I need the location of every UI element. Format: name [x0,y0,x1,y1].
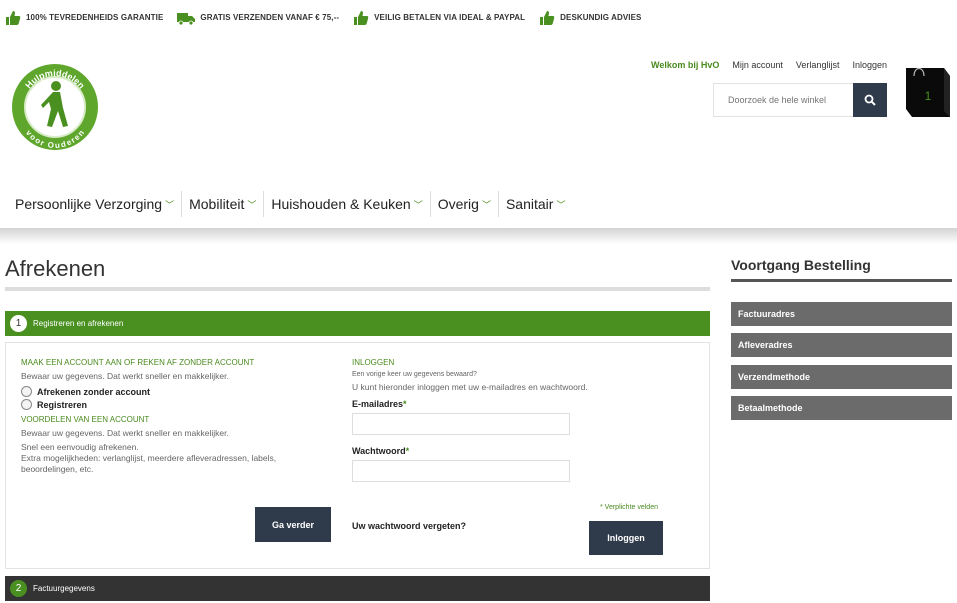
nav-item-sanitair[interactable]: Sanitair ﹀ [499,191,572,217]
search-button[interactable] [853,83,887,117]
usp-item: Veilig betalen via iDEAL & Paypal [353,10,525,26]
register-intro: Bewaar uw gegevens. Dat werkt sneller en… [21,371,229,381]
checkout-method-panel: Maak een account aan of reken af zonder … [5,342,710,569]
nav-item-persoonlijke-verzorging[interactable]: Persoonlijke Verzorging ﹀ [8,191,183,217]
progress-item-factuuradres: Factuuradres [731,302,952,326]
wishlist-link[interactable]: Verlanglijst [796,60,840,70]
nav-shadow [0,228,957,244]
thumbs-up-icon [6,10,21,25]
radio-button[interactable] [21,399,32,410]
nav-label: Overig [437,196,479,212]
progress-item-verzendmethode: Verzendmethode [731,365,952,389]
nav-label: Mobiliteit [189,196,245,212]
chevron-down-icon: ﹀ [481,199,491,210]
login-heading: Inloggen [352,358,395,367]
nav-item-mobiliteit[interactable]: Mobiliteit ﹀ [182,191,265,217]
step-label: Registreren en afrekenen [33,319,124,328]
login-button[interactable]: Inloggen [589,521,663,555]
email-label: E-mailadres* [352,399,407,409]
chevron-down-icon: ﹀ [413,199,423,210]
step-label: Factuurgegevens [33,584,95,593]
page-title: Afrekenen [5,256,106,281]
nav-item-huishouden-keuken[interactable]: Huishouden & Keuken ﹀ [264,191,431,217]
step-number: 2 [10,580,27,597]
shopping-bag-icon: 1 [906,67,950,117]
cart-button[interactable]: 1 [904,62,952,118]
usp-text: 100% tevredenheids garantie [26,13,164,22]
benefits-heading: Voordelen van een account [21,415,150,424]
thumbs-up-icon [354,10,369,25]
top-links: Welkom bij HvO Mijn account Verlanglijst… [651,60,887,70]
usp-item: 100% tevredenheids garantie [5,10,163,26]
chevron-down-icon: ﹀ [165,199,175,210]
step-factuurgegevens[interactable]: 2 Factuurgegevens [5,576,710,601]
main-nav: Persoonlijke Verzorging ﹀ Mobiliteit ﹀ Hui… [0,180,957,228]
search-icon [864,94,876,106]
radio-label: Registreren [37,399,88,410]
usp-item: Deskundig advies [539,10,641,26]
forgot-password-link[interactable]: Uw wachtwoord vergeten? [352,521,466,531]
nav-item-overig[interactable]: Overig ﹀ [431,191,499,217]
search-input[interactable] [713,83,853,117]
password-label: Wachtwoord* [352,446,410,456]
usp-text: Deskundig advies [560,13,642,22]
usp-text: Veilig betalen via iDEAL & Paypal [374,13,526,22]
radio-label: Afrekenen zonder account [37,386,151,397]
header: Hulpmiddelen voor Ouderen Welkom bij HvO… [0,35,957,180]
progress-divider [731,279,952,282]
login-column: Inloggen Een vorige keer uw gegevens bew… [352,358,672,482]
chevron-down-icon: ﹀ [556,199,566,210]
email-label-text: E-mailadres [352,399,404,409]
my-account-link[interactable]: Mijn account [732,60,783,70]
search-form [713,83,887,117]
truck-icon [177,12,196,25]
thumbs-up-icon [540,10,555,25]
benefit-text: Extra mogelijkheden: verlanglijst, meerd… [21,453,277,474]
logo[interactable]: Hulpmiddelen voor Ouderen [10,62,100,152]
nav-label: Sanitair [505,196,554,212]
password-label-text: Wachtwoord [352,446,406,456]
progress-item-betaalmethode: Betaalmethode [731,396,952,420]
benefit-text: Snel een eenvoudig afrekenen. [21,442,139,452]
progress-item-afleveradres: Afleveradres [731,333,952,357]
email-field[interactable] [352,413,570,435]
login-link[interactable]: Inloggen [852,60,887,70]
usp-item: Gratis verzenden vanaf € 75,-- [177,10,339,26]
benefits-intro: Bewaar uw gegevens. Dat werkt sneller en… [21,428,229,438]
logo-icon: Hulpmiddelen voor Ouderen [12,64,98,150]
radio-register[interactable]: Registreren [21,398,321,411]
step-number: 1 [10,315,27,332]
password-field[interactable] [352,460,570,482]
step-registreren[interactable]: 1 Registreren en afrekenen [5,311,710,336]
progress-title: Voortgang Bestelling [731,257,871,273]
register-heading: Maak een account aan of reken af zonder … [21,358,255,367]
nav-label: Persoonlijke Verzorging [15,196,163,212]
required-note: * Verplichte velden [600,504,658,511]
usp-bar: 100% tevredenheids garantie Gratis verze… [0,0,957,35]
chevron-down-icon: ﹀ [247,199,257,210]
continue-button[interactable]: Ga verder [255,507,331,542]
radio-guest[interactable]: Afrekenen zonder account [21,385,321,398]
welcome-text: Welkom bij HvO [651,60,720,70]
nav-label: Huishouden & Keuken [271,196,411,212]
login-question: Een vorige keer uw gegevens bewaard? [352,371,477,378]
cart-count: 1 [925,89,932,103]
usp-text: Gratis verzenden vanaf € 75,-- [200,13,340,22]
title-divider [5,287,710,291]
login-intro: U kunt hieronder inloggen met uw e-maila… [352,382,588,392]
register-column: Maak een account aan of reken af zonder … [21,358,321,475]
radio-button[interactable] [21,386,32,397]
